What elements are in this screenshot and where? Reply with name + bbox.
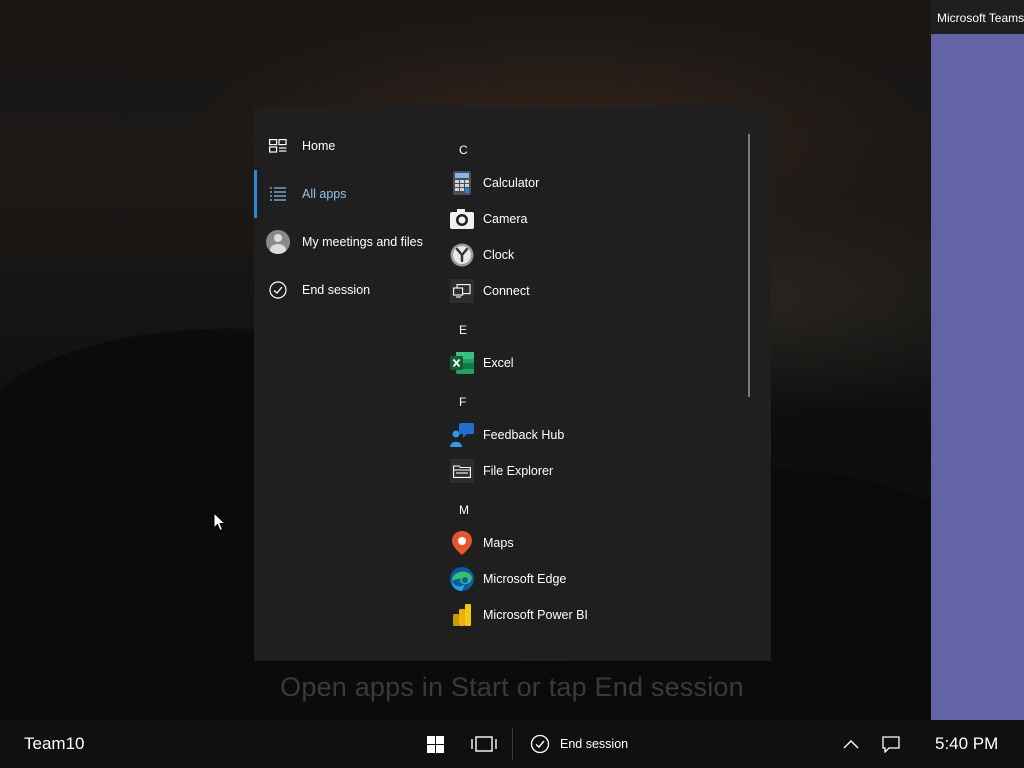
check-circle-icon	[266, 278, 290, 302]
app-label: Microsoft Edge	[483, 572, 567, 586]
notification-icon	[882, 735, 900, 753]
app-connect[interactable]: Connect	[450, 276, 530, 306]
nav-home-label: Home	[302, 139, 336, 153]
connect-icon	[450, 279, 474, 303]
nav-end-session-label: End session	[302, 283, 371, 297]
app-label: Feedback Hub	[483, 428, 565, 442]
app-label: Connect	[483, 284, 530, 298]
group-header-m[interactable]: M	[459, 503, 469, 517]
check-circle-icon	[530, 734, 550, 754]
app-feedback-hub[interactable]: Feedback Hub	[450, 420, 564, 450]
clock-icon	[450, 243, 474, 267]
app-microsoft-edge[interactable]: Microsoft Edge	[450, 564, 566, 594]
mouse-cursor-icon	[213, 512, 227, 532]
chevron-up-icon	[843, 740, 859, 749]
start-button[interactable]	[423, 732, 447, 756]
task-view-button[interactable]	[471, 732, 497, 756]
power-bi-icon	[450, 603, 474, 627]
app-file-explorer[interactable]: File Explorer	[450, 456, 553, 486]
nav-all-apps-label: All apps	[302, 187, 347, 201]
session-name: Team10	[24, 734, 85, 753]
app-label: Calculator	[483, 176, 540, 190]
app-clock[interactable]: Clock	[450, 240, 514, 270]
app-icon	[450, 639, 474, 647]
avatar-icon	[266, 230, 290, 254]
taskbar-divider	[512, 728, 513, 760]
file-explorer-icon	[450, 459, 474, 483]
app-excel[interactable]: Excel	[450, 348, 514, 378]
maps-icon	[450, 531, 474, 555]
app-label: Camera	[483, 212, 528, 226]
app-camera[interactable]: Camera	[450, 204, 527, 234]
windows-icon	[426, 735, 444, 753]
start-hint-text: Open apps in Start or tap End session	[280, 672, 744, 702]
app-microsoft-power-bi[interactable]: Microsoft Power BI	[450, 600, 588, 630]
feedback-hub-icon	[450, 423, 474, 447]
nav-my-meetings-and-files[interactable]: My meetings and files	[254, 222, 434, 262]
all-apps-icon	[266, 182, 290, 206]
calculator-icon	[450, 171, 474, 195]
nav-home[interactable]: Home	[254, 126, 434, 166]
group-header-c[interactable]: C	[459, 143, 468, 157]
group-header-f[interactable]: F	[459, 395, 466, 409]
teams-window[interactable]: Microsoft Teams	[931, 0, 1024, 720]
group-header-e[interactable]: E	[459, 323, 467, 337]
camera-icon	[450, 207, 474, 231]
all-apps-list[interactable]: C Calculator Camera Clock Connect E Exce…	[444, 133, 744, 647]
end-session-label: End session	[560, 737, 629, 751]
app-partial-next[interactable]	[450, 636, 474, 647]
app-calculator[interactable]: Calculator	[450, 168, 539, 198]
start-menu: Home All apps My meetings and files End …	[254, 107, 771, 661]
excel-icon	[450, 351, 474, 375]
nav-all-apps[interactable]: All apps	[254, 170, 434, 218]
taskbar: Team10 End session 5:40 PM	[0, 720, 1024, 768]
teams-window-title[interactable]: Microsoft Teams	[931, 0, 1024, 34]
app-maps[interactable]: Maps	[450, 528, 514, 558]
nav-my-meetings-label: My meetings and files	[302, 235, 423, 249]
app-list-scrollbar[interactable]	[748, 134, 750, 397]
show-hidden-icons-button[interactable]	[839, 732, 863, 756]
action-center-button[interactable]	[879, 732, 903, 756]
app-label: Microsoft Power BI	[483, 608, 588, 622]
task-view-icon	[471, 736, 497, 752]
taskbar-clock[interactable]: 5:40 PM	[935, 734, 998, 754]
app-label: File Explorer	[483, 464, 554, 478]
home-icon	[266, 134, 290, 158]
app-label: Clock	[483, 248, 515, 262]
app-label: Excel	[483, 356, 514, 370]
nav-end-session[interactable]: End session	[254, 270, 434, 310]
app-label: Maps	[483, 536, 514, 550]
microsoft-edge-icon	[450, 567, 474, 591]
taskbar-end-session-button[interactable]: End session	[530, 732, 628, 756]
